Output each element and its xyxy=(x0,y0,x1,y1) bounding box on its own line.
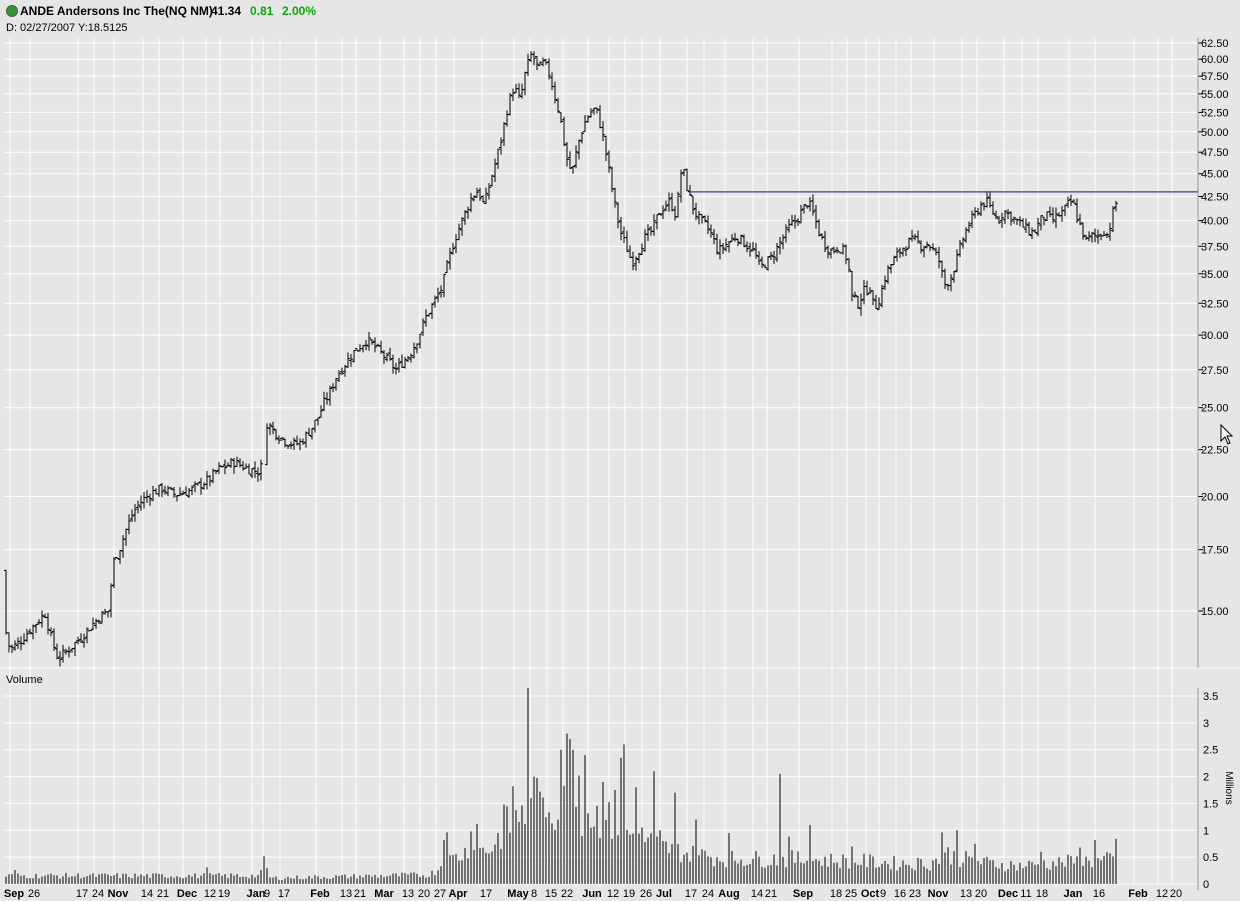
price-tick-label: 52.50 xyxy=(1201,107,1229,119)
date-tick-label: Sep xyxy=(4,888,24,900)
date-tick-label: 11 xyxy=(1020,888,1031,900)
date-tick-label: 12 xyxy=(1156,888,1168,900)
volume-tick-label: 1 xyxy=(1203,825,1209,837)
date-tick-label: 13 xyxy=(960,888,972,900)
price-tick-label: 50.00 xyxy=(1201,127,1229,139)
date-tick-label: 13 xyxy=(340,888,352,900)
date-tick-label: Mar xyxy=(374,888,394,900)
date-tick-label: 21 xyxy=(765,888,777,900)
volume-tick-label: 2 xyxy=(1203,772,1209,784)
price-tick-label: 57.50 xyxy=(1201,71,1229,83)
date-tick-label: 20 xyxy=(418,888,430,900)
date-tick-label: 17 xyxy=(278,888,290,900)
volume-tick-label: 0.5 xyxy=(1203,852,1218,864)
date-tick-label: Jun xyxy=(582,888,602,900)
date-tick-label: 9 xyxy=(880,888,886,900)
date-tick-label: 25 xyxy=(845,888,857,900)
date-tick-label: Apr xyxy=(449,888,469,900)
date-tick-label: 17 xyxy=(480,888,492,900)
price-axis: 62.50 60.00 57.50 55.00 52.50 50.00 47.50 45.00… xyxy=(1197,38,1229,668)
date-tick-label: 27 xyxy=(434,888,446,900)
date-tick-label: 23 xyxy=(909,888,921,900)
price-tick-label: 60.00 xyxy=(1201,54,1229,66)
price-tick-label: 37.50 xyxy=(1201,241,1229,253)
price-tick-label: 25.00 xyxy=(1201,403,1229,415)
date-tick-label: 18 xyxy=(830,888,842,900)
price-tick-label: 45.00 xyxy=(1201,169,1229,181)
price-tick-label: 22.50 xyxy=(1201,445,1229,457)
date-tick-label: 12 xyxy=(204,888,216,900)
date-tick-label: 12 xyxy=(607,888,619,900)
volume-tick-label: 3 xyxy=(1203,718,1209,730)
date-tick-label: 26 xyxy=(28,888,40,900)
price-tick-label: 55.00 xyxy=(1201,89,1229,101)
date-tick-label: Oct xyxy=(861,888,880,900)
stock-chart[interactable]: Volume Millions 62.50 60.00 57.50 55.00 52.5… xyxy=(0,0,1240,901)
date-tick-label: May xyxy=(507,888,529,900)
date-tick-label: 17 xyxy=(76,888,88,900)
date-tick-label: 15 xyxy=(545,888,557,900)
date-tick-label: Feb xyxy=(310,888,330,900)
date-tick-label: 20 xyxy=(975,888,987,900)
price-tick-label: 62.50 xyxy=(1201,38,1229,50)
date-tick-label: Jan xyxy=(247,888,266,900)
date-tick-label: 21 xyxy=(157,888,169,900)
date-tick-label: 24 xyxy=(702,888,714,900)
volume-axis-unit: Millions xyxy=(1223,771,1234,804)
date-tick-label: Jul xyxy=(656,888,672,900)
date-tick-label: 17 xyxy=(685,888,697,900)
date-tick-label: Jan xyxy=(1064,888,1083,900)
date-tick-label: 9 xyxy=(264,888,270,900)
date-tick-label: Dec xyxy=(177,888,197,900)
date-tick-label: 22 xyxy=(561,888,573,900)
price-tick-label: 17.50 xyxy=(1201,545,1229,557)
date-tick-label: Sep xyxy=(793,888,813,900)
price-tick-label: 15.00 xyxy=(1201,606,1229,618)
volume-tick-label: 2.5 xyxy=(1203,745,1218,757)
date-tick-label: Feb xyxy=(1128,888,1148,900)
price-tick-label: 47.50 xyxy=(1201,147,1229,159)
price-tick-label: 27.50 xyxy=(1201,365,1229,377)
volume-label: Volume xyxy=(6,674,43,686)
volume-tick-label: 1.5 xyxy=(1203,798,1218,810)
date-tick-label: 16 xyxy=(894,888,906,900)
date-tick-label: Dec xyxy=(998,888,1018,900)
date-tick-label: 14 xyxy=(751,888,763,900)
date-tick-label: Nov xyxy=(928,888,950,900)
date-axis: Sep 26 17 24 Nov 14 21 Dec 12 19 Jan9 17 Feb 13 21 Mar 1… xyxy=(4,888,1182,900)
date-tick-label: 21 xyxy=(354,888,366,900)
date-tick-label: Aug xyxy=(718,888,739,900)
price-tick-label: 40.00 xyxy=(1201,216,1229,228)
date-tick-label: 8 xyxy=(531,888,537,900)
price-tick-label: 32.50 xyxy=(1201,298,1229,310)
date-tick-label: 26 xyxy=(640,888,652,900)
volume-tick-label: 3.5 xyxy=(1203,691,1218,703)
date-tick-label: 20 xyxy=(1170,888,1182,900)
date-tick-label: 18 xyxy=(1036,888,1048,900)
date-tick-label: 16 xyxy=(1093,888,1105,900)
date-tick-label: 14 xyxy=(141,888,153,900)
date-tick-label: Nov xyxy=(108,888,130,900)
volume-tick-label: 0 xyxy=(1203,879,1209,891)
price-tick-label: 42.50 xyxy=(1201,191,1229,203)
date-tick-label: 19 xyxy=(623,888,635,900)
price-tick-label: 30.00 xyxy=(1201,330,1229,342)
price-tick-label: 20.00 xyxy=(1201,492,1229,504)
date-tick-label: 13 xyxy=(402,888,414,900)
volume-axis: 3.5 3 2.5 2 1.5 1 0.5 0 xyxy=(1197,688,1218,891)
mouse-cursor-icon xyxy=(1220,423,1234,445)
price-tick-label: 35.00 xyxy=(1201,269,1229,281)
date-tick-label: 19 xyxy=(218,888,230,900)
date-tick-label: 24 xyxy=(92,888,104,900)
